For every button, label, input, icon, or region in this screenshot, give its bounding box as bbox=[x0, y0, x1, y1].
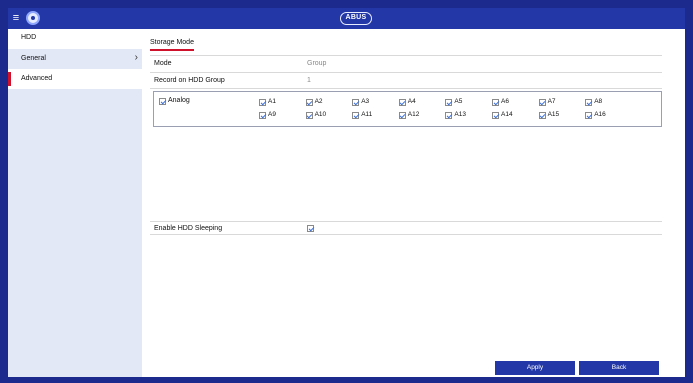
sidebar-header: HDD bbox=[8, 29, 142, 49]
channel-checkbox[interactable] bbox=[305, 99, 313, 106]
channel-checkbox[interactable] bbox=[585, 112, 593, 119]
sidebar-item-general[interactable]: General › bbox=[8, 49, 142, 69]
channel-label: A15 bbox=[547, 111, 560, 118]
settings-rows: Mode Group Record on HDD Group 1 bbox=[150, 55, 662, 89]
channel-checkbox[interactable] bbox=[398, 112, 406, 119]
record-hdd-group-row: Record on HDD Group 1 bbox=[150, 72, 662, 89]
mode-row: Mode Group bbox=[150, 55, 662, 72]
mode-value[interactable]: Group bbox=[307, 60, 326, 67]
analog-channel-box: Analog A1 A2 A3 A4 A5 A6 A7 A8 A9 A10 A11 A12 A13 A14… bbox=[153, 91, 662, 127]
sidebar-item-advanced[interactable]: Advanced bbox=[8, 69, 142, 89]
channel-label: A3 bbox=[361, 98, 370, 105]
channel-label: A11 bbox=[361, 111, 373, 118]
channel-label: A1 bbox=[268, 98, 276, 105]
channel-label: A9 bbox=[268, 111, 276, 118]
channel-label: A5 bbox=[454, 98, 463, 105]
chevron-right-icon: › bbox=[134, 52, 138, 63]
channel-label: A4 bbox=[407, 98, 416, 105]
channel-label: A14 bbox=[501, 111, 513, 118]
channel-label: A16 bbox=[594, 111, 606, 118]
hdd-sleeping-label: Enable HDD Sleeping bbox=[154, 225, 223, 232]
channel-checkbox[interactable] bbox=[259, 112, 266, 119]
back-button[interactable]: Back bbox=[579, 361, 659, 375]
channel-checkbox[interactable] bbox=[445, 99, 453, 106]
channel-checkbox[interactable] bbox=[305, 112, 313, 119]
channel-checkbox[interactable] bbox=[538, 112, 546, 119]
main-panel: Storage Mode Mode Group Record on HDD Gr… bbox=[142, 29, 685, 377]
channel-checkbox[interactable] bbox=[585, 99, 593, 106]
channel-checkbox[interactable] bbox=[538, 99, 546, 106]
channel-label: A12 bbox=[407, 111, 420, 118]
tab-storage-mode[interactable]: Storage Mode bbox=[150, 39, 194, 51]
channel-label: A13 bbox=[454, 111, 466, 118]
menu-icon[interactable]: ≡ bbox=[11, 12, 21, 24]
channel-checkbox[interactable] bbox=[352, 112, 360, 119]
channel-checkbox[interactable] bbox=[492, 99, 499, 106]
record-hdd-group-value[interactable]: 1 bbox=[307, 77, 311, 84]
channel-checkbox[interactable] bbox=[352, 99, 360, 106]
hdd-sleeping-row: Enable HDD Sleeping bbox=[150, 221, 662, 235]
channel-checkbox[interactable] bbox=[398, 99, 406, 106]
channel-label: A6 bbox=[501, 98, 509, 105]
abus-logo: ABUS bbox=[340, 12, 372, 25]
sidebar-item-label: General bbox=[21, 55, 46, 62]
mode-label: Mode bbox=[154, 60, 172, 67]
settings-icon[interactable] bbox=[26, 11, 40, 25]
channel-checkbox[interactable] bbox=[492, 112, 499, 119]
sidebar: HDD General › Advanced bbox=[8, 29, 142, 377]
channel-label: A10 bbox=[314, 111, 327, 118]
active-indicator bbox=[8, 72, 11, 86]
sidebar-item-label: Advanced bbox=[21, 75, 53, 82]
channel-label: A8 bbox=[594, 98, 603, 105]
hdd-sleeping-checkbox[interactable] bbox=[307, 225, 314, 232]
channel-checkbox[interactable] bbox=[445, 112, 453, 119]
apply-button[interactable]: Apply bbox=[495, 361, 575, 375]
record-hdd-group-label: Record on HDD Group bbox=[154, 77, 225, 84]
channel-label: A7 bbox=[547, 98, 556, 105]
analog-label: Analog bbox=[168, 97, 190, 104]
channel-label: A2 bbox=[314, 98, 323, 105]
title-bar: ≡ ABUS bbox=[8, 8, 685, 29]
channel-checkbox[interactable] bbox=[259, 99, 266, 106]
analog-checkbox[interactable] bbox=[159, 98, 166, 105]
sidebar-title: HDD bbox=[21, 34, 37, 41]
